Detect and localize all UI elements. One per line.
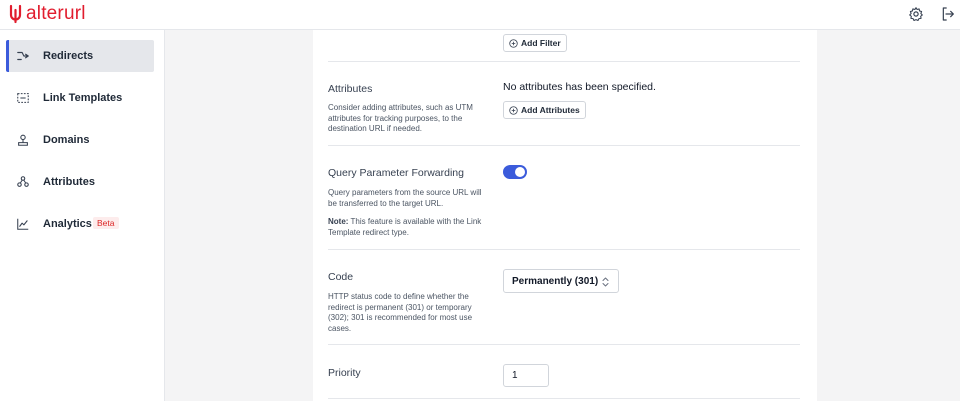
beta-badge: Beta xyxy=(93,217,119,229)
logo-mark-icon xyxy=(9,4,22,24)
attributes-title: Attributes xyxy=(328,83,373,95)
toggle-knob xyxy=(515,167,525,177)
analytics-icon xyxy=(17,218,29,230)
redirect-form-panel: Add Filter Attributes Consider adding at… xyxy=(313,30,817,401)
divider xyxy=(328,344,800,345)
gear-icon[interactable] xyxy=(908,6,924,22)
sidebar-item-label: Attributes xyxy=(43,176,95,188)
chevron-up-down-icon xyxy=(602,277,609,287)
divider xyxy=(328,61,800,62)
redirect-icon xyxy=(17,51,29,61)
status-code-select[interactable]: Permanently (301) xyxy=(503,269,619,293)
status-code-value: Permanently (301) xyxy=(512,276,599,287)
add-attributes-button[interactable]: Add Attributes xyxy=(503,101,586,119)
logout-icon[interactable] xyxy=(940,6,956,22)
code-title: Code xyxy=(328,271,354,283)
domain-icon xyxy=(18,134,28,146)
note-text: This feature is available with the Link … xyxy=(328,217,482,237)
attributes-icon xyxy=(17,176,29,187)
sidebar: Redirects Link Templates Domains Attribu… xyxy=(0,30,165,401)
sidebar-item-redirects[interactable]: Redirects xyxy=(6,40,154,72)
link-template-icon xyxy=(17,93,29,103)
priority-title: Priority xyxy=(328,367,361,379)
no-attributes-text: No attributes has been specified. xyxy=(503,81,656,93)
sidebar-item-label: Redirects xyxy=(43,50,94,62)
note-label: Note: xyxy=(328,217,349,226)
add-filter-button[interactable]: Add Filter xyxy=(503,34,567,52)
plus-circle-icon xyxy=(509,38,518,48)
sidebar-item-label: Analytics xyxy=(43,218,92,230)
add-attributes-label: Add Attributes xyxy=(521,105,580,115)
attributes-description: Consider adding attributes, such as UTM … xyxy=(328,103,473,133)
divider xyxy=(328,145,800,146)
divider xyxy=(328,398,800,399)
top-bar: alterurl xyxy=(0,0,960,30)
logo[interactable]: alterurl xyxy=(8,4,86,24)
query-forwarding-title: Query Parameter Forwarding xyxy=(328,167,464,179)
query-forwarding-description: Query parameters from the source URL wil… xyxy=(328,188,482,208)
divider xyxy=(328,249,800,250)
sidebar-item-analytics[interactable]: Analytics Beta xyxy=(6,208,154,240)
code-description: HTTP status code to define whether the r… xyxy=(328,292,473,333)
priority-input[interactable] xyxy=(503,364,549,387)
sidebar-item-domains[interactable]: Domains xyxy=(6,124,154,156)
query-forwarding-toggle[interactable] xyxy=(503,165,527,179)
add-filter-label: Add Filter xyxy=(521,38,561,48)
sidebar-item-label: Link Templates xyxy=(43,92,123,104)
sidebar-item-link-templates[interactable]: Link Templates xyxy=(6,82,154,114)
sidebar-item-attributes[interactable]: Attributes xyxy=(6,166,154,198)
query-forwarding-note: Note: This feature is available with the… xyxy=(328,217,488,238)
plus-circle-icon xyxy=(509,105,518,115)
logo-text: alterurl xyxy=(26,3,86,24)
sidebar-item-label: Domains xyxy=(43,134,90,146)
